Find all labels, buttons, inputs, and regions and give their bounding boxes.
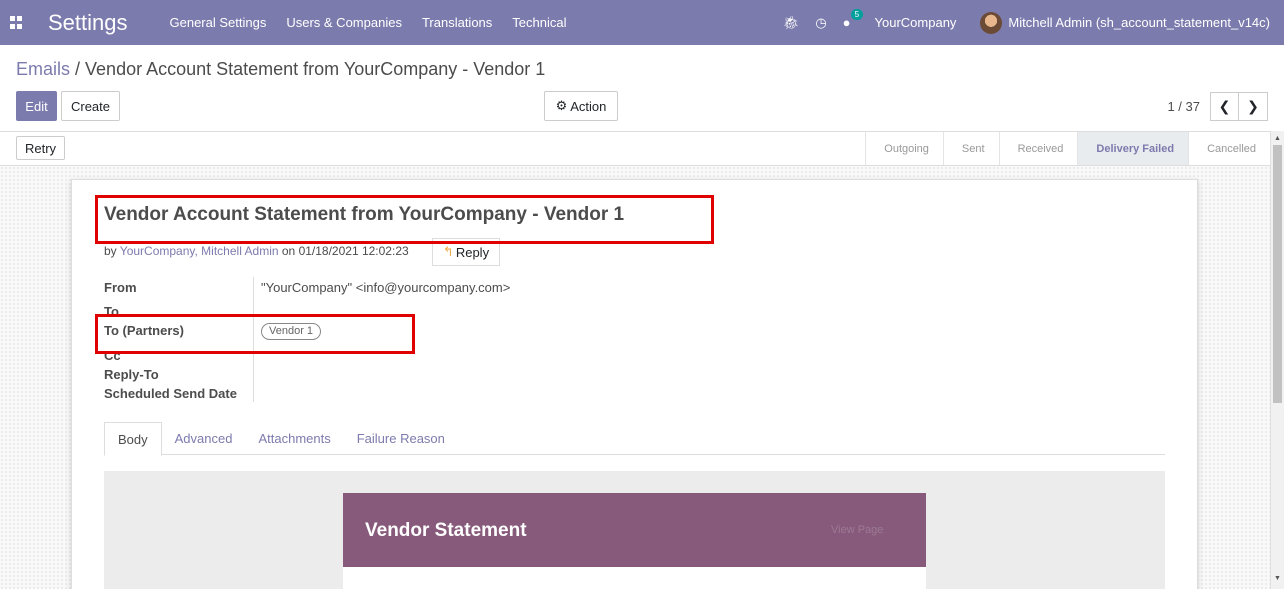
main-menu: General Settings Users & Companies Trans… [160,15,577,30]
tab-failure-reason[interactable]: Failure Reason [344,422,458,455]
gear-icon: ⚙ [555,98,568,113]
breadcrumb: Emails / Vendor Account Statement from Y… [16,59,545,80]
email-byline: by YourCompany, Mitchell Admin on 01/18/… [104,244,409,258]
create-button[interactable]: Create [61,91,120,121]
chat-icon[interactable]: ● 5 [843,9,864,30]
mail-title: Vendor Statement [365,520,527,541]
avatar[interactable] [980,11,1003,34]
reply-icon: ↰ [442,244,454,259]
stage-received[interactable]: Received [998,132,1078,165]
menu-users-companies[interactable]: Users & Companies [276,15,412,30]
chat-badge: 5 [850,9,864,20]
top-navbar: Settings General Settings Users & Compan… [0,0,1284,45]
menu-translations[interactable]: Translations [412,15,502,30]
breadcrumb-current: Vendor Account Statement from YourCompan… [85,59,546,79]
bug-icon[interactable]: 🐞︎ [783,15,800,31]
from-value: "YourCompany" <info@yourcompany.com> [261,280,511,295]
stage-delivery-failed[interactable]: Delivery Failed [1077,132,1189,165]
breadcrumb-emails-link[interactable]: Emails [16,59,70,79]
navbar-systray: 🐞︎ ◷ ● 5 YourCompany Mitchell Admin (sh_a… [767,9,1270,34]
author-link[interactable]: YourCompany, Mitchell Admin [120,244,279,258]
scroll-thumb[interactable] [1273,145,1282,403]
clock-icon[interactable]: ◷ [815,15,826,31]
scroll-up-icon[interactable]: ▲ [1274,135,1281,142]
pager: 1 / 37 ❮ ❯ [1167,92,1268,121]
breadcrumb-separator: / [70,59,86,79]
user-menu[interactable]: Mitchell Admin (sh_account_statement_v14… [1008,15,1270,30]
app-title[interactable]: Settings [48,10,128,36]
partners-highlight-box [95,314,415,354]
scroll-down-icon[interactable]: ▼ [1274,575,1281,582]
menu-general-settings[interactable]: General Settings [160,15,277,30]
status-bar: Retry Outgoing Sent Received Delivery Fa… [0,131,1270,166]
action-label: Action [570,98,607,114]
tab-body[interactable]: Body [104,422,162,456]
scheduled-send-date-label: Scheduled Send Date [104,386,237,401]
pager-value[interactable]: 1 / 37 [1167,99,1200,114]
reply-to-label: Reply-To [104,367,159,382]
chevron-left-icon[interactable]: ❮ [1210,92,1239,121]
stage-sent[interactable]: Sent [942,132,999,165]
byline-prefix: by [104,244,120,258]
mail-body [343,567,926,589]
action-button[interactable]: ⚙ Action [544,91,618,121]
company-switcher[interactable]: YourCompany [875,15,957,30]
subject-highlight-box [95,195,714,244]
byline-date: on 01/18/2021 12:02:23 [278,244,409,258]
tab-attachments[interactable]: Attachments [245,422,343,455]
stage-outgoing[interactable]: Outgoing [865,132,943,165]
chevron-right-icon[interactable]: ❯ [1239,92,1268,121]
page-scrollbar[interactable]: ▲ ▼ [1270,131,1284,589]
status-stages: Outgoing Sent Received Delivery Failed C… [865,132,1270,165]
stage-cancelled[interactable]: Cancelled [1188,132,1270,165]
menu-technical[interactable]: Technical [502,15,576,30]
edit-button[interactable]: Edit [16,91,57,121]
tab-advanced[interactable]: Advanced [162,422,246,455]
from-label: From [104,280,137,295]
reply-label: Reply [455,244,490,260]
retry-button[interactable]: Retry [16,136,65,160]
view-page-link[interactable]: View Page [831,524,883,536]
notebook-tabs: Body Advanced Attachments Failure Reason [104,422,1165,456]
apps-grid-icon[interactable] [10,15,24,30]
